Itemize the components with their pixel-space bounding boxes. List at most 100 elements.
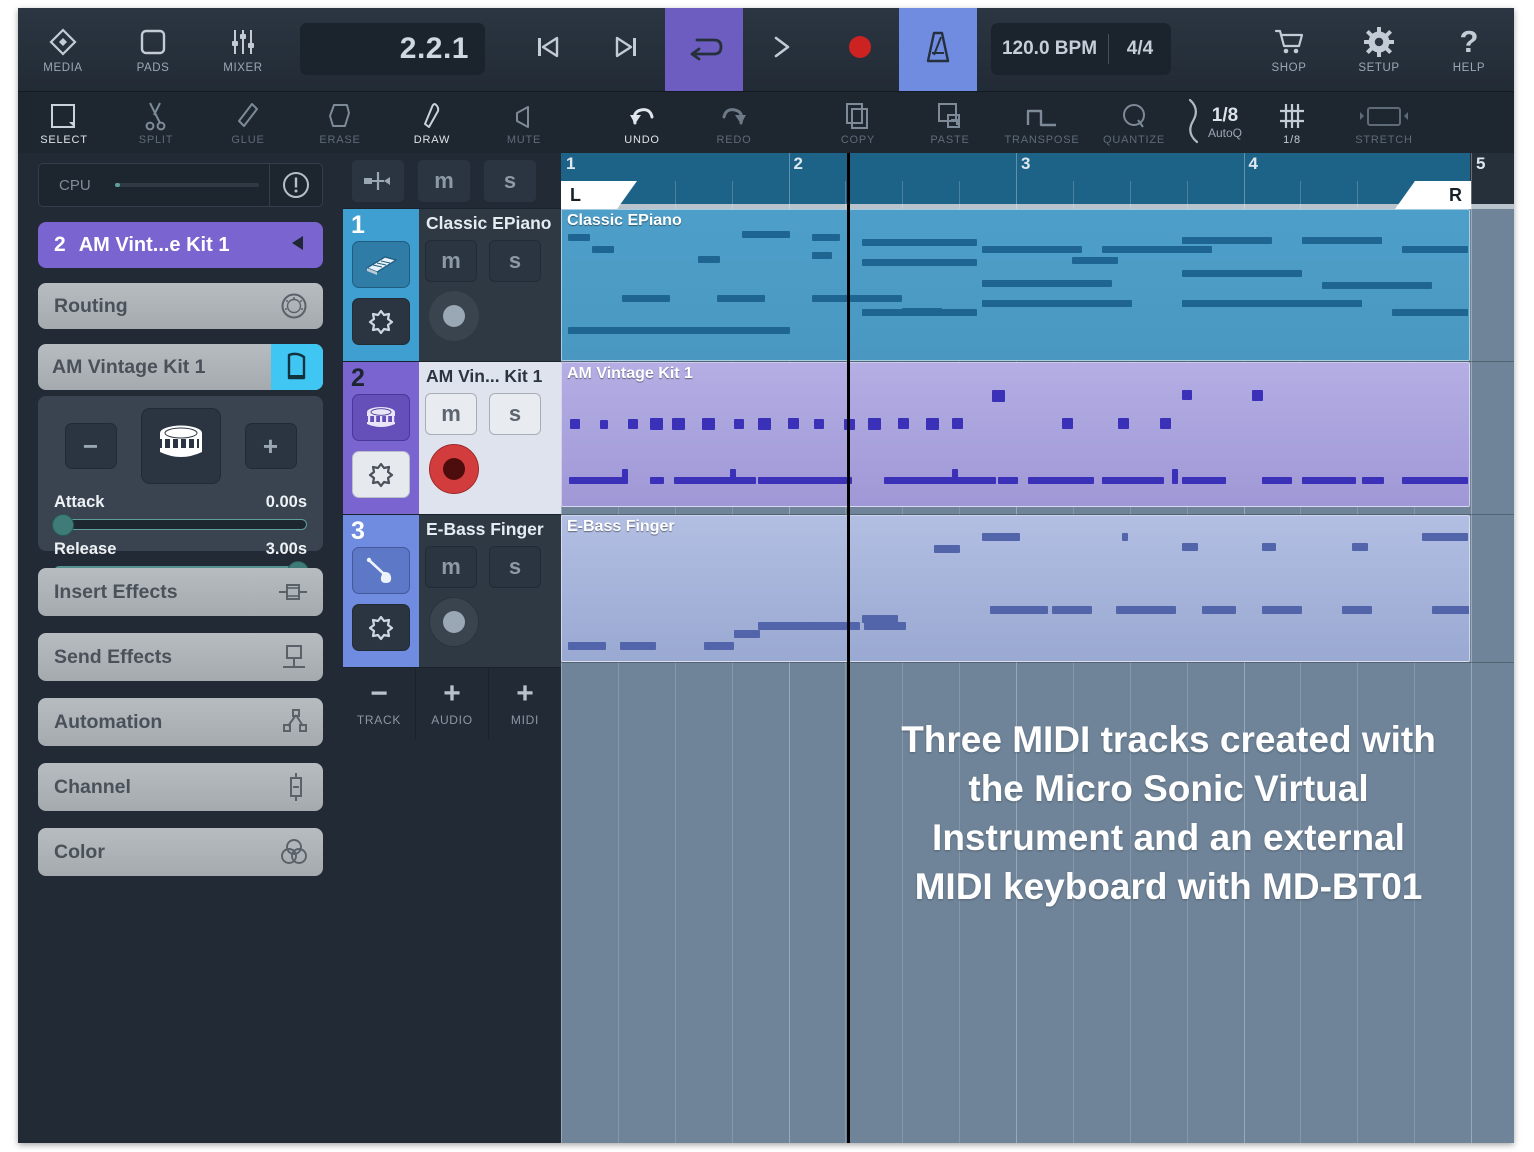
attack-slider-knob[interactable] <box>52 514 74 536</box>
midi-note[interactable] <box>569 477 623 484</box>
metronome-button[interactable] <box>899 8 977 91</box>
midi-note[interactable] <box>862 239 977 246</box>
midi-note[interactable] <box>1072 257 1118 264</box>
midi-clip[interactable]: AM Vintage Kit 1 <box>561 362 1470 507</box>
midi-note[interactable] <box>758 418 771 430</box>
midi-note[interactable] <box>650 418 663 430</box>
midi-note[interactable] <box>1182 543 1198 551</box>
time-signature-value[interactable]: 4/4 <box>1109 38 1171 60</box>
midi-note[interactable] <box>1182 300 1362 307</box>
track-3-number-column[interactable]: 3 <box>343 515 419 667</box>
left-locator[interactable]: L <box>561 181 637 209</box>
midi-note[interactable] <box>1302 237 1382 244</box>
midi-note[interactable] <box>788 418 799 429</box>
midi-note[interactable] <box>898 418 909 429</box>
midi-note[interactable] <box>812 252 832 259</box>
instrument-row[interactable]: AM Vintage Kit 1 <box>38 344 323 390</box>
playhead[interactable] <box>847 153 850 1143</box>
midi-note[interactable] <box>1182 477 1226 484</box>
tool-glue[interactable]: GLUE <box>202 92 294 154</box>
global-solo-button[interactable]: s <box>483 158 537 203</box>
midi-note[interactable] <box>600 420 608 429</box>
tempo-value[interactable]: 120.0 BPM <box>991 38 1108 60</box>
midi-note[interactable] <box>1118 418 1129 429</box>
triangle-left-icon[interactable] <box>289 233 307 258</box>
track-3-mute-button[interactable]: m <box>425 546 477 588</box>
midi-note[interactable] <box>812 295 902 302</box>
midi-note[interactable] <box>698 256 720 263</box>
midi-note[interactable] <box>864 622 906 630</box>
tempo-signature-box[interactable]: 120.0 BPM 4/4 <box>991 23 1171 75</box>
midi-note[interactable] <box>814 419 824 429</box>
midi-note[interactable] <box>628 419 638 429</box>
track-row[interactable]: 3 E-Bass Finger m s <box>343 515 561 668</box>
midi-note[interactable] <box>620 642 656 650</box>
tool-paste[interactable]: PASTE <box>904 92 996 154</box>
midi-note[interactable] <box>734 419 744 429</box>
midi-note[interactable] <box>1182 390 1192 400</box>
keyboard-icon[interactable] <box>352 241 410 288</box>
routing-arrows-icon[interactable] <box>351 158 405 203</box>
track-2-record-arm-button[interactable] <box>429 444 479 494</box>
track-row[interactable]: 1 Classic EPiano m s <box>343 209 561 362</box>
midi-note[interactable] <box>570 419 580 429</box>
media-button[interactable]: MEDIA <box>18 8 108 91</box>
midi-note[interactable] <box>1182 270 1302 277</box>
warning-circle-icon[interactable] <box>270 170 322 200</box>
midi-note[interactable] <box>1172 469 1178 484</box>
midi-note[interactable] <box>952 469 958 484</box>
midi-note[interactable] <box>934 545 960 553</box>
tool-erase[interactable]: ERASE <box>294 92 386 154</box>
tool-select[interactable]: SELECT <box>18 92 110 154</box>
midi-note[interactable] <box>862 615 898 623</box>
mixer-button[interactable]: MIXER <box>198 8 288 91</box>
midi-note[interactable] <box>1102 477 1164 484</box>
midi-note[interactable] <box>1052 606 1092 614</box>
midi-note[interactable] <box>998 477 1018 484</box>
tool-redo[interactable]: REDO <box>688 92 780 154</box>
tool-copy[interactable]: COPY <box>812 92 904 154</box>
midi-clip[interactable]: Classic EPiano <box>561 209 1470 361</box>
preset-next-button[interactable]: + <box>244 423 297 469</box>
midi-note[interactable] <box>1322 282 1432 289</box>
midi-note[interactable] <box>1116 606 1176 614</box>
midi-note[interactable] <box>1262 606 1302 614</box>
go-to-end-button[interactable] <box>587 8 665 91</box>
add-midi-track-button[interactable]: + MIDI <box>489 668 561 740</box>
midi-note[interactable] <box>650 477 664 484</box>
preset-prev-button[interactable]: − <box>64 423 117 469</box>
midi-note[interactable] <box>1402 246 1468 253</box>
midi-note[interactable] <box>814 622 860 630</box>
midi-note[interactable] <box>1182 237 1272 244</box>
fx-snowflake-icon[interactable] <box>352 604 410 651</box>
tool-split[interactable]: SPLIT <box>110 92 202 154</box>
midi-note[interactable] <box>982 533 1020 541</box>
track-1-record-arm-button[interactable] <box>429 291 479 341</box>
track-3-record-arm-button[interactable] <box>429 597 479 647</box>
midi-note[interactable] <box>926 477 996 484</box>
midi-note[interactable] <box>742 231 790 238</box>
autoq-control[interactable]: 1/8 AutoQ <box>1180 92 1246 154</box>
piano-icon[interactable] <box>271 344 323 390</box>
midi-note[interactable] <box>568 234 590 241</box>
midi-note[interactable] <box>982 280 1112 287</box>
midi-note[interactable] <box>622 295 670 302</box>
midi-note[interactable] <box>868 418 881 430</box>
track-2-solo-button[interactable]: s <box>489 393 541 435</box>
midi-note[interactable] <box>1422 533 1468 541</box>
bass-guitar-icon[interactable] <box>352 547 410 594</box>
midi-note[interactable] <box>1362 477 1384 484</box>
midi-note[interactable] <box>926 418 939 430</box>
midi-note[interactable] <box>672 418 685 430</box>
midi-note[interactable] <box>1028 477 1094 484</box>
midi-note[interactable] <box>1352 543 1368 551</box>
tool-mute[interactable]: MUTE <box>478 92 570 154</box>
cycle-loop-button[interactable] <box>665 8 743 91</box>
midi-note[interactable] <box>982 246 1082 253</box>
track-1-solo-button[interactable]: s <box>489 240 541 282</box>
snap-grid-button[interactable]: 1/8 <box>1246 92 1338 154</box>
midi-note[interactable] <box>734 630 760 638</box>
right-locator[interactable]: R <box>1395 181 1471 209</box>
midi-note[interactable] <box>704 642 734 650</box>
timeline-ruler[interactable]: 1 2 3 4 5 L R <box>561 153 1514 209</box>
